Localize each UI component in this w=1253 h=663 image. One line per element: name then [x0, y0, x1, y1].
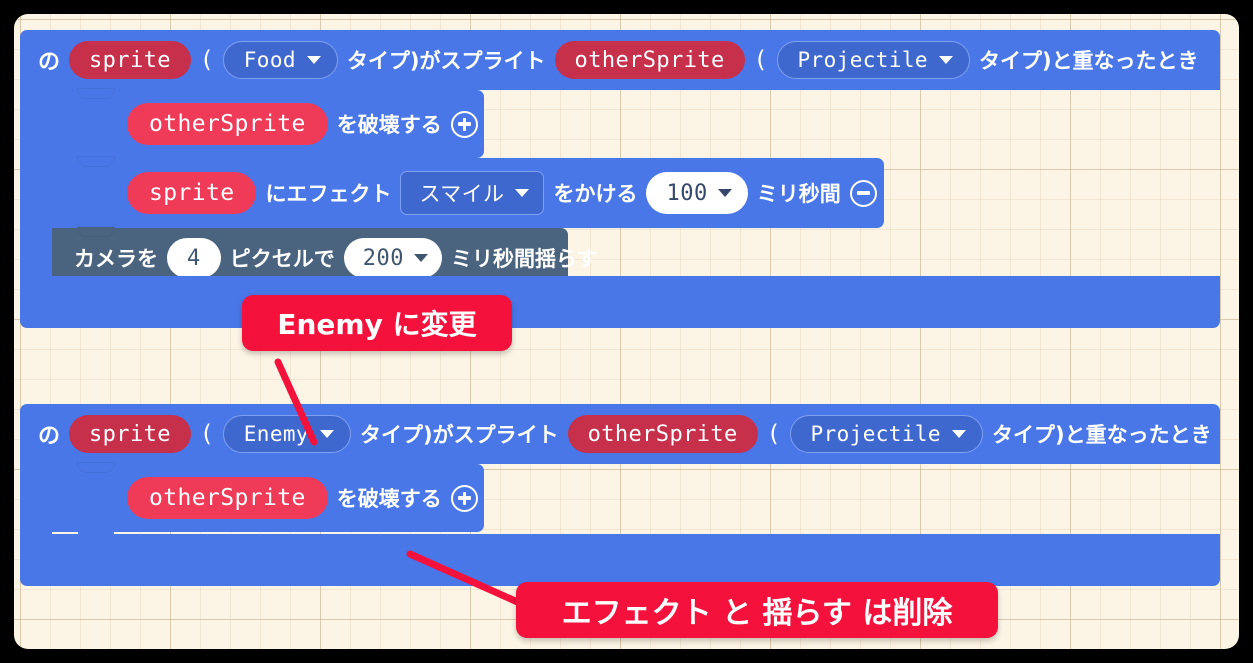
screenshot-canvas: の sprite ( Food タイプ)がスプライト otherSprite (…: [0, 0, 1253, 663]
statement-apply-effect[interactable]: sprite にエフェクト スマイル をかける 100 ミリ秒間: [52, 157, 884, 228]
open-paren: (: [199, 421, 214, 447]
dropdown-value-label: Projectile: [797, 48, 928, 72]
annotation-label: Enemy に変更: [277, 308, 477, 341]
event-header-enemy[interactable]: の sprite ( Enemy タイプ)がスプライト otherSprite …: [20, 404, 1220, 464]
open-paren: (: [199, 47, 214, 73]
c-block-left-spine: [20, 90, 52, 276]
variable-pill-othersprite[interactable]: otherSprite: [127, 477, 328, 519]
event-header-food[interactable]: の sprite ( Food タイプ)がスプライト otherSprite (…: [20, 30, 1220, 90]
variable-pill-othersprite[interactable]: otherSprite: [554, 41, 745, 79]
event-body-food: otherSprite を破壊する sprite にエフェクト スマイル をかけ…: [20, 89, 1220, 297]
chevron-down-icon: [938, 56, 953, 64]
header-prefix-label: の: [38, 424, 61, 449]
dropdown-other-kind-projectile[interactable]: Projectile: [776, 41, 970, 79]
event-footer-food: [20, 276, 1220, 328]
duration-value: 100: [666, 180, 708, 206]
event-block-on-overlap-enemy[interactable]: の sprite ( Enemy タイプ)がスプライト otherSprite …: [20, 404, 1220, 586]
dropdown-sprite-kind-food[interactable]: Food: [222, 41, 338, 79]
header-prefix-label: の: [38, 50, 61, 75]
chevron-down-icon: [515, 189, 530, 197]
minus-circle-icon[interactable]: [849, 179, 877, 207]
event-block-on-overlap-food[interactable]: の sprite ( Food タイプ)がスプライト otherSprite (…: [20, 30, 1220, 328]
annotation-delete-effect-shake: エフェクト と 揺らす は削除: [516, 582, 998, 638]
variable-pill-sprite[interactable]: sprite: [69, 41, 191, 79]
header-suffix-label: タイプ)と重なったとき: [991, 423, 1212, 447]
chevron-down-icon: [717, 189, 732, 197]
variable-pill-sprite[interactable]: sprite: [69, 415, 191, 453]
camera-label-2: ピクセルで: [229, 247, 335, 271]
statement-destroy-othersprite[interactable]: otherSprite を破壊する: [52, 463, 484, 541]
statement-destroy-othersprite[interactable]: otherSprite を破壊する: [52, 89, 484, 158]
annotation-label: エフェクト と 揺らす は削除: [561, 596, 953, 631]
event-footer-enemy: [20, 534, 1220, 586]
dropdown-other-kind-projectile[interactable]: Projectile: [789, 415, 983, 453]
effect-label-1: にエフェクト: [265, 182, 392, 206]
variable-pill-othersprite[interactable]: otherSprite: [127, 103, 328, 145]
dropdown-effect-smile[interactable]: スマイル: [400, 171, 545, 215]
annotation-change-enemy: Enemy に変更: [242, 295, 512, 351]
effect-label-2: をかける: [553, 182, 638, 206]
variable-pill-othersprite[interactable]: otherSprite: [567, 415, 758, 453]
dropdown-effect-duration[interactable]: 100: [646, 172, 748, 214]
event-body-enemy: otherSprite を破壊する: [20, 463, 1220, 541]
header-suffix-label: タイプ)と重なったとき: [978, 49, 1199, 73]
duration-value: 200: [362, 245, 404, 271]
camera-shake-amount-field[interactable]: 4: [167, 238, 221, 278]
destroy-label: を破壊する: [336, 487, 442, 511]
chevron-down-icon: [414, 254, 428, 262]
dropdown-value-label: スマイル: [419, 182, 505, 206]
plus-circle-icon[interactable]: [450, 484, 478, 512]
dropdown-value-label: Projectile: [810, 422, 941, 446]
chevron-down-icon: [951, 430, 966, 438]
blocks-workspace-grid[interactable]: の sprite ( Food タイプ)がスプライト otherSprite (…: [14, 14, 1239, 649]
plus-circle-icon[interactable]: [450, 110, 478, 138]
destroy-label: を破壊する: [336, 113, 442, 137]
header-mid-label: タイプ)がスプライト: [346, 49, 546, 73]
c-block-left-spine: [20, 464, 52, 534]
camera-label-3: ミリ秒間揺らす: [451, 247, 598, 271]
dropdown-value-label: Food: [243, 48, 296, 72]
amount-value: 4: [187, 245, 201, 271]
annotation-pointer-line-1: [274, 358, 318, 446]
open-paren-2: (: [753, 47, 768, 73]
variable-pill-sprite[interactable]: sprite: [127, 172, 257, 214]
camera-label-1: カメラを: [74, 247, 158, 271]
dropdown-camera-shake-duration[interactable]: 200: [343, 238, 442, 278]
effect-label-3: ミリ秒間: [756, 182, 841, 206]
open-paren-2: (: [766, 421, 781, 447]
chevron-down-icon: [306, 56, 321, 64]
